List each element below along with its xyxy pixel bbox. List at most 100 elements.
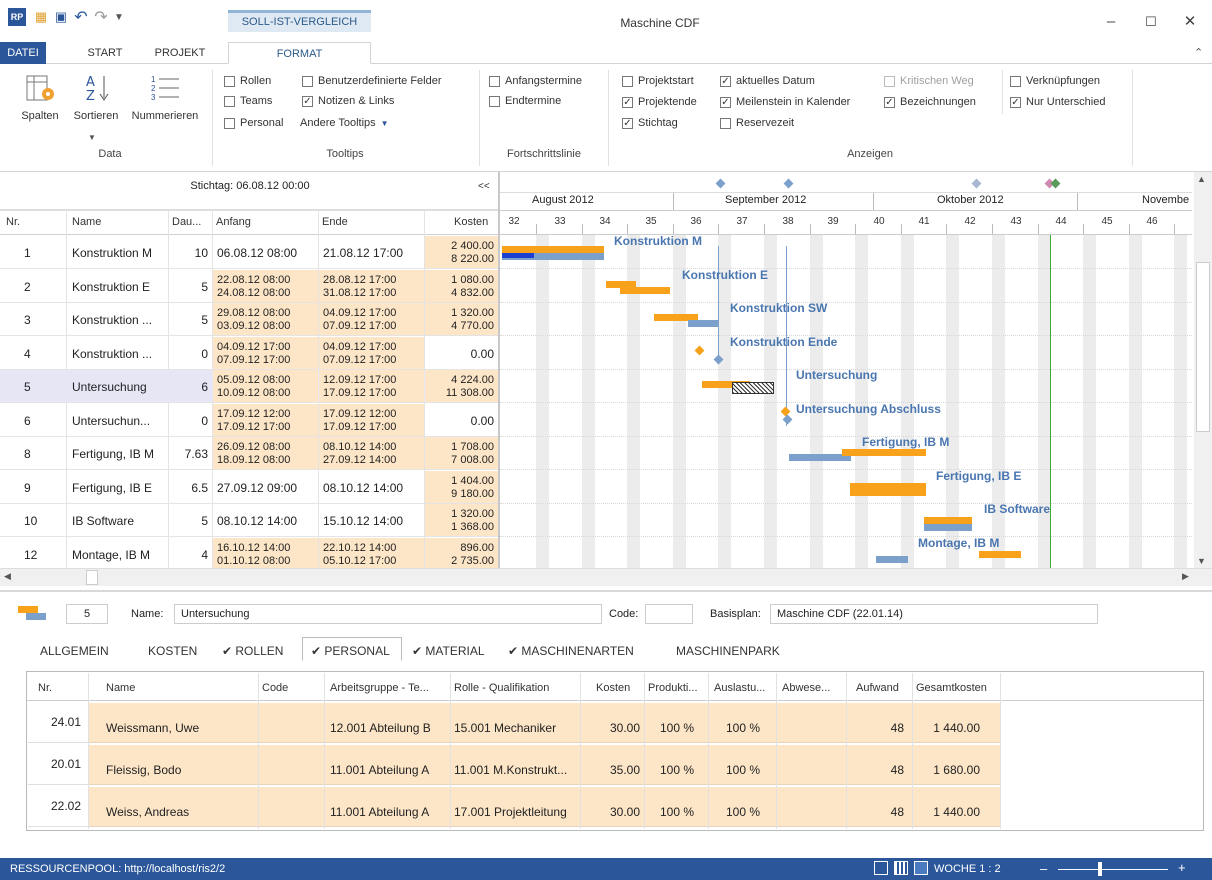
gantt-bar[interactable] — [979, 551, 1021, 558]
tab-allgemein[interactable]: ALLGEMEIN — [40, 642, 109, 662]
task-dauer[interactable]: 6.5 — [170, 481, 208, 495]
gantt-bar[interactable] — [924, 517, 972, 524]
view-normal-icon[interactable] — [874, 861, 888, 875]
tab-format[interactable]: FORMAT — [228, 42, 371, 64]
anfang[interactable]: 08.10.12 14:00 — [217, 514, 297, 528]
tab-kosten[interactable]: KOSTEN — [148, 642, 197, 662]
task-name[interactable]: Untersuchung — [72, 380, 166, 394]
notizen-links-checkbox[interactable]: ✓ Notizen & Links — [302, 92, 394, 110]
verknuepfungen-checkbox[interactable]: Verknüpfungen — [1010, 72, 1100, 90]
task-name[interactable]: Fertigung, IB M — [72, 447, 166, 461]
col-header-ende[interactable]: Ende — [322, 216, 348, 228]
close-icon[interactable]: ✕ — [1180, 12, 1200, 32]
sub-col-name[interactable]: Name — [106, 682, 135, 694]
gantt-bar[interactable] — [620, 287, 670, 294]
view-grid-icon[interactable] — [894, 861, 908, 875]
task-name[interactable]: Montage, IB M — [72, 548, 166, 562]
task-name[interactable]: Untersuchun... — [72, 414, 166, 428]
task-name[interactable]: Konstruktion ... — [72, 347, 166, 361]
spalten-button[interactable]: Spalten — [18, 70, 62, 122]
ende[interactable]: 08.10.12 14:00 — [323, 481, 403, 495]
zoom-slider-thumb[interactable] — [1098, 862, 1102, 876]
task-dauer[interactable]: 0 — [170, 414, 208, 428]
sub-col-auslastung[interactable]: Auslastu... — [714, 682, 765, 694]
rollen-checkbox[interactable]: Rollen — [224, 72, 271, 90]
nur-unterschied-checkbox[interactable]: ✓ Nur Unterschied — [1010, 93, 1105, 111]
anfang[interactable]: 27.09.12 09:00 — [217, 481, 297, 495]
task-name[interactable]: Fertigung, IB E — [72, 481, 166, 495]
tab-maschinenarten[interactable]: ✔ MASCHINENARTEN — [508, 642, 634, 662]
benutzerdefinierte-felder-checkbox[interactable]: Benutzerdefinierte Felder — [302, 72, 442, 90]
task-name[interactable]: Konstruktion E — [72, 280, 166, 294]
sub-col-nr[interactable]: Nr. — [38, 682, 52, 694]
tab-rollen[interactable]: ✔ ROLLEN — [222, 642, 283, 662]
gantt-bar[interactable] — [876, 556, 908, 563]
gantt-bar[interactable] — [502, 246, 604, 253]
task-dauer[interactable]: 5 — [170, 514, 208, 528]
ende[interactable]: 21.08.12 17:00 — [323, 246, 403, 260]
sub-col-rolle[interactable]: Rolle - Qualifikation — [454, 682, 549, 694]
sub-col-gesamtkosten[interactable]: Gesamtkosten — [916, 682, 987, 694]
task-dauer[interactable]: 5 — [170, 313, 208, 327]
zoom-slider[interactable] — [1058, 869, 1168, 870]
task-number-field[interactable]: 5 — [66, 604, 108, 624]
tab-start[interactable]: START — [80, 42, 130, 64]
sub-col-code[interactable]: Code — [262, 682, 288, 694]
task-dauer[interactable]: 0 — [170, 347, 208, 361]
task-name[interactable]: Konstruktion ... — [72, 313, 166, 327]
undo-icon[interactable]: ↶ — [72, 8, 90, 26]
task-name[interactable]: Konstruktion M — [72, 246, 166, 260]
col-header-nr[interactable]: Nr. — [6, 216, 20, 228]
milestone-ist[interactable] — [782, 414, 793, 425]
sort-dropdown-icon[interactable]: ▼ — [88, 133, 96, 142]
open-folder-icon[interactable]: ▦ — [32, 8, 50, 26]
gantt-bar[interactable] — [924, 524, 972, 531]
minimize-icon[interactable]: – — [1101, 12, 1121, 32]
zoom-out-icon[interactable]: – — [1040, 861, 1047, 876]
projektstart-checkbox[interactable]: Projektstart — [622, 72, 694, 90]
milestone-soll[interactable] — [694, 345, 705, 356]
sub-col-kosten[interactable]: Kosten — [596, 682, 630, 694]
tab-datei[interactable]: DATEI — [0, 42, 46, 64]
tab-personal[interactable]: ✔ PERSONAL — [311, 642, 390, 662]
tab-maschinenpark[interactable]: MASCHINENPARK — [676, 642, 780, 662]
save-icon[interactable]: ▣ — [52, 8, 70, 26]
collapse-ribbon-icon[interactable]: ⌃ — [1194, 46, 1203, 59]
personal-name[interactable]: Weiss, Andreas — [106, 805, 189, 819]
horizontal-scrollbar[interactable]: ◀ ▶ — [0, 568, 1212, 586]
endtermine-checkbox[interactable]: Endtermine — [489, 92, 561, 110]
task-dauer[interactable]: 10 — [170, 246, 208, 260]
aktuelles-datum-checkbox[interactable]: ✓ aktuelles Datum — [720, 72, 815, 90]
task-name[interactable]: IB Software — [72, 514, 166, 528]
nummerieren-button[interactable]: 123 Nummerieren — [124, 70, 206, 122]
zoom-in-icon[interactable]: + — [1178, 860, 1186, 875]
basisplan-field[interactable]: Maschine CDF (22.01.14) — [770, 604, 1098, 624]
sub-col-abwesenheit[interactable]: Abwese... — [782, 682, 830, 694]
personal-checkbox[interactable]: Personal — [224, 114, 283, 132]
meilenstein-kalender-checkbox[interactable]: ✓ Meilenstein in Kalender — [720, 93, 850, 111]
task-dauer[interactable]: 6 — [170, 380, 208, 394]
personal-name[interactable]: Weissmann, Uwe — [106, 721, 199, 735]
reservezeit-checkbox[interactable]: Reservezeit — [720, 114, 794, 132]
sub-col-aufwand[interactable]: Aufwand — [856, 682, 899, 694]
gantt-bar[interactable] — [688, 320, 718, 327]
task-dauer[interactable]: 4 — [170, 548, 208, 562]
anfang[interactable]: 06.08.12 08:00 — [217, 246, 297, 260]
col-header-dauer[interactable]: Dau... — [172, 216, 201, 228]
code-field[interactable] — [645, 604, 693, 624]
col-header-kosten[interactable]: Kosten — [454, 216, 488, 228]
gantt-bar[interactable] — [850, 489, 926, 496]
customize-quickaccess-icon[interactable]: ▼ — [110, 8, 128, 26]
teams-checkbox[interactable]: Teams — [224, 92, 272, 110]
col-header-name[interactable]: Name — [72, 216, 101, 228]
task-dauer[interactable]: 5 — [170, 280, 208, 294]
gantt-bar[interactable] — [502, 253, 534, 258]
stichtag-checkbox[interactable]: ✓ Stichtag — [622, 114, 678, 132]
vertical-scrollbar[interactable]: ▲ ▼ — [1194, 172, 1212, 568]
view-gantt-icon[interactable] — [914, 861, 928, 875]
ende[interactable]: 15.10.12 14:00 — [323, 514, 403, 528]
col-header-anfang[interactable]: Anfang — [216, 216, 251, 228]
task-dauer[interactable]: 7.63 — [170, 447, 208, 461]
redo-icon[interactable]: ↷ — [92, 8, 110, 26]
anfangstermine-checkbox[interactable]: Anfangstermine — [489, 72, 582, 90]
